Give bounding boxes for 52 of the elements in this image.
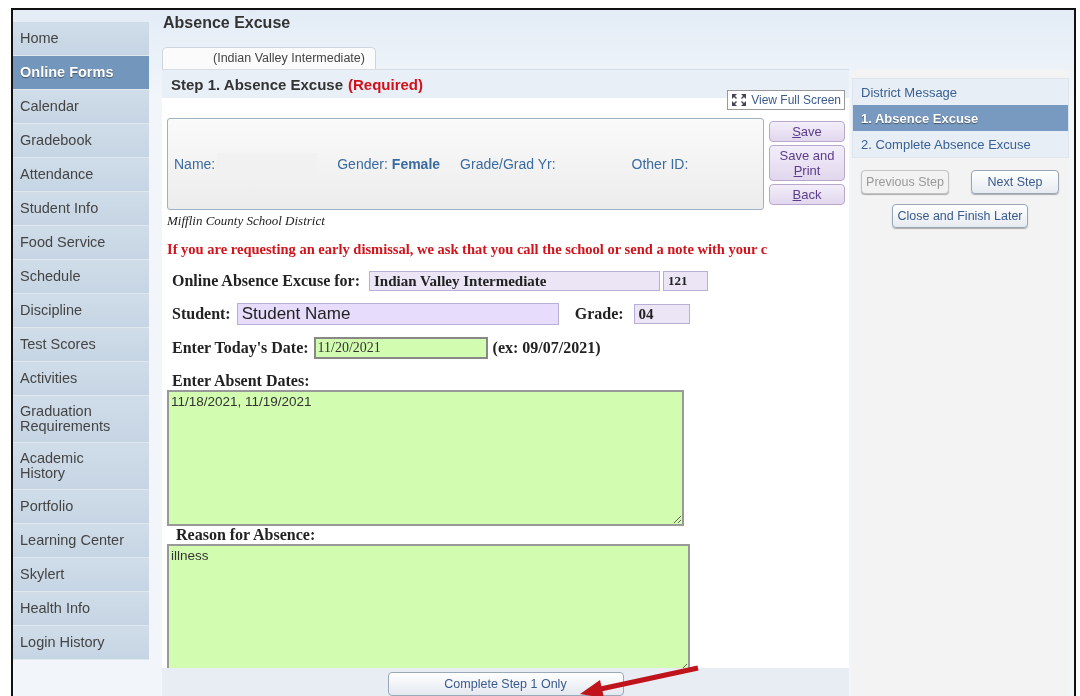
sidebar-item[interactable]: Test Scores [13, 328, 149, 362]
date-hint: (ex: 09/07/2021) [492, 339, 601, 357]
sidebar-item[interactable]: Food Service [13, 226, 149, 260]
school-code-field[interactable]: 121 [663, 271, 708, 291]
sidebar-item[interactable]: Learning Center [13, 524, 149, 558]
grade-label: Grade/Grad Yr: [460, 156, 556, 172]
student-label: Student: [172, 305, 231, 323]
reason-field[interactable]: illness [167, 544, 690, 668]
expand-icon [731, 93, 748, 107]
absent-dates-field[interactable]: 11/18/2021, 11/19/2021 [167, 390, 684, 526]
school-label: Online Absence Excuse for: [172, 272, 360, 290]
sidebar-item[interactable]: Skylert [13, 558, 149, 592]
step-title: Step 1. Absence Excuse [171, 75, 344, 93]
required-label: (Required) [348, 75, 424, 93]
grade-label: Grade: [574, 305, 624, 323]
sidebar-item[interactable]: Gradebook [13, 124, 149, 158]
sidebar-item[interactable]: Schedule [13, 260, 149, 294]
gender-label: Gender: [337, 156, 388, 172]
absent-dates-label: Enter Absent Dates: [172, 372, 311, 390]
action-button[interactable]: Save and Print [769, 145, 845, 181]
sidebar-item[interactable]: Health Info [13, 592, 149, 626]
date-label: Enter Today's Date: [172, 339, 309, 357]
sidebar-item[interactable]: Portfolio [13, 490, 149, 524]
sidebar-item[interactable]: Discipline [13, 294, 149, 328]
school-tab[interactable]: (Indian Valley Intermediate) [162, 47, 376, 69]
step-nav-button[interactable]: Next Step [971, 170, 1059, 194]
step-item[interactable]: 2. Complete Absence Excuse [853, 131, 1068, 157]
action-button[interactable]: Back [769, 184, 845, 205]
page-title: Absence Excuse [162, 13, 292, 33]
reason-label: Reason for Absence: [176, 526, 317, 544]
sidebar-item[interactable]: Attendance [13, 158, 149, 192]
student-field[interactable]: Student Name [236, 303, 559, 325]
sidebar-item[interactable]: Activities [13, 362, 149, 396]
name-label: Name: [174, 156, 216, 172]
sidebar-item[interactable]: Home [13, 22, 149, 56]
sidebar-item[interactable]: Academic History [13, 443, 149, 490]
sidebar-item[interactable]: Graduation Requirements [13, 396, 149, 443]
step-item[interactable]: District Message [853, 79, 1068, 105]
complete-step-button[interactable]: Complete Step 1 Only [387, 672, 624, 696]
sidebar-item[interactable]: Student Info [13, 192, 149, 226]
gender-value: Female [391, 156, 441, 172]
grade-field[interactable]: 04 [633, 304, 690, 324]
notice-text: If you are requesting an early dismissal, we ask that you call the school or send a note with your c [167, 241, 769, 258]
sidebar-item[interactable]: Login History [13, 626, 149, 660]
other-id-label: Other ID: [631, 156, 689, 172]
view-full-screen-button[interactable]: View Full Screen [727, 90, 845, 110]
district-name: Mifflin County School District [167, 213, 326, 229]
school-field[interactable]: Indian Valley Intermediate [369, 271, 660, 291]
date-field[interactable]: 11/20/2021 [313, 337, 488, 359]
close-finish-later-button[interactable]: Close and Finish Later [892, 204, 1028, 228]
action-button[interactable]: Save [769, 121, 845, 142]
sidebar-item[interactable]: Calendar [13, 90, 149, 124]
